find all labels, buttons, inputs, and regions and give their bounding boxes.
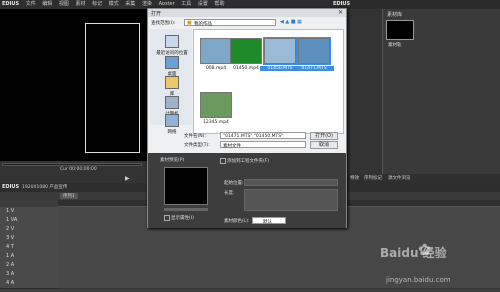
cancel-button[interactable]: 取消 xyxy=(310,141,338,149)
dialog-options-panel: 素材预览(P) 显示属性(I) 添加到工程文件夹(F) 起始位置: 长度: 素材… xyxy=(148,153,346,228)
project-name: 1920X1080 产品宣传 xyxy=(22,185,68,190)
folder-icon: ■ xyxy=(187,20,192,26)
menu-item-file[interactable]: 文件 xyxy=(26,0,36,8)
filename-input[interactable]: "01471.MTS" "01450.MTS" xyxy=(220,132,306,139)
recent-places-icon xyxy=(165,35,179,48)
timeline-logo: EDIUS xyxy=(2,184,20,190)
dialog-titlebar: 打开 ✕ xyxy=(148,9,346,17)
menu-item-view[interactable]: 视图 xyxy=(59,0,69,8)
menu-item-help[interactable]: 帮助 xyxy=(214,0,224,8)
menu-item-mark[interactable]: 标记 xyxy=(92,0,102,8)
menu-item-settings[interactable]: 设置 xyxy=(198,0,208,8)
filetype-label: 文件类型(T): xyxy=(184,143,210,148)
player-controls: Cur 00:00:00:00 ▶ xyxy=(0,161,150,183)
file-name[interactable]: 01471.MTS xyxy=(294,66,334,71)
bin-header: EDIUS xyxy=(330,0,500,9)
position-bar[interactable] xyxy=(2,163,142,166)
menu-item-edit[interactable]: 编辑 xyxy=(42,0,52,8)
open-dialog: 打开 ✕ 查找范围(I): ■ 我的作品 ◀ ▲ ■ ▦ 最近访问的位置 桌面 … xyxy=(147,8,347,228)
menu-item-clip[interactable]: 素材 xyxy=(76,0,86,8)
tab-effects[interactable]: 特效 xyxy=(350,175,359,181)
play-button[interactable]: ▶ xyxy=(125,175,130,182)
places-bar: 最近访问的位置 桌面 库 计算机 网络 xyxy=(150,29,192,135)
length-field[interactable] xyxy=(244,189,338,211)
watermark-url: jingyan.baidu.com xyxy=(386,276,451,284)
start-label: 起始位置: xyxy=(224,181,244,186)
nav-libraries[interactable]: 库 xyxy=(152,76,192,97)
file-thumbnail[interactable] xyxy=(263,37,297,65)
menu-item-aoster[interactable]: Aoster xyxy=(159,0,175,8)
file-thumbnail[interactable] xyxy=(200,92,232,118)
show-properties-checkbox[interactable] xyxy=(164,215,170,221)
show-properties-label: 显示属性(I) xyxy=(171,216,194,221)
preview-label: 素材预览(P) xyxy=(160,158,185,163)
lookin-label: 查找范围(I): xyxy=(151,21,176,26)
libraries-icon xyxy=(165,76,179,89)
nav-network[interactable]: 网络 xyxy=(152,114,192,135)
watermark-logo: ✿ Baidu 经验 xyxy=(380,240,447,260)
close-icon[interactable]: ✕ xyxy=(338,9,343,16)
safe-area-frame xyxy=(85,23,140,153)
tab-sequence-1[interactable]: 序列1 xyxy=(60,193,78,199)
dialog-title: 打开 xyxy=(151,11,162,17)
menu-item-render[interactable]: 渲染 xyxy=(142,0,152,8)
menu-item-tools[interactable]: 工具 xyxy=(181,0,191,8)
bin-title: 素材库 xyxy=(387,12,403,18)
timecode-display: Cur 00:00:00:00 xyxy=(60,167,97,172)
lookin-value: 我的作品 xyxy=(194,22,212,27)
bin-clip-label: 素材轨 xyxy=(388,43,402,48)
start-field[interactable] xyxy=(244,179,338,186)
computer-icon xyxy=(165,96,179,109)
bin-tab-strip: 素材库 特效 序列标记 源文件浏览 xyxy=(330,174,500,183)
network-icon xyxy=(165,114,179,127)
length-label: 长度: xyxy=(224,191,235,196)
filetype-select[interactable]: 素材文件 xyxy=(220,141,306,149)
menu-item-capture[interactable]: 采集 xyxy=(125,0,135,8)
dialog-toolbar-icons[interactable]: ◀ ▲ ■ ▦ xyxy=(280,19,320,26)
bin-clip-thumbnail[interactable] xyxy=(386,20,414,40)
file-thumbnail[interactable] xyxy=(200,38,232,64)
preview-slider[interactable] xyxy=(164,208,208,211)
player-monitor xyxy=(0,9,150,161)
track-header[interactable]: 4 A xyxy=(0,279,58,289)
file-name[interactable]: 12345.mp4 xyxy=(196,120,236,125)
filename-label: 文件名(N): xyxy=(184,134,206,139)
clip-color-label: 素材颜色(L): xyxy=(224,219,250,224)
file-thumbnail[interactable] xyxy=(297,37,331,65)
clip-color-select[interactable]: 默认 xyxy=(252,217,286,225)
add-to-project-label: 添加到工程文件夹(F) xyxy=(227,159,270,164)
nav-recent[interactable]: 最近访问的位置 xyxy=(152,35,192,56)
tab-sequence-markers[interactable]: 序列标记 xyxy=(364,175,382,181)
nav-desktop[interactable]: 桌面 xyxy=(152,56,192,77)
menu-item-mode[interactable]: 模式 xyxy=(109,0,119,8)
desktop-icon xyxy=(165,56,179,69)
app-logo: EDIUS xyxy=(2,1,20,7)
file-list: 008.mp4 01450.mp4 01450.MTS 01471.MTS 12… xyxy=(193,29,344,134)
lookin-dropdown[interactable]: ■ 我的作品 xyxy=(184,19,276,27)
preview-box xyxy=(164,167,208,205)
bin-panel: EDIUS 素材库 素材轨 素材库 特效 序列标记 源文件浏览 xyxy=(330,0,500,183)
open-button[interactable]: 打开(O) xyxy=(310,132,338,140)
tab-source-browser[interactable]: 源文件浏览 xyxy=(388,175,411,181)
add-to-project-checkbox[interactable] xyxy=(220,158,226,164)
bin-logo: EDIUS xyxy=(333,1,351,7)
file-thumbnail[interactable] xyxy=(230,38,262,64)
